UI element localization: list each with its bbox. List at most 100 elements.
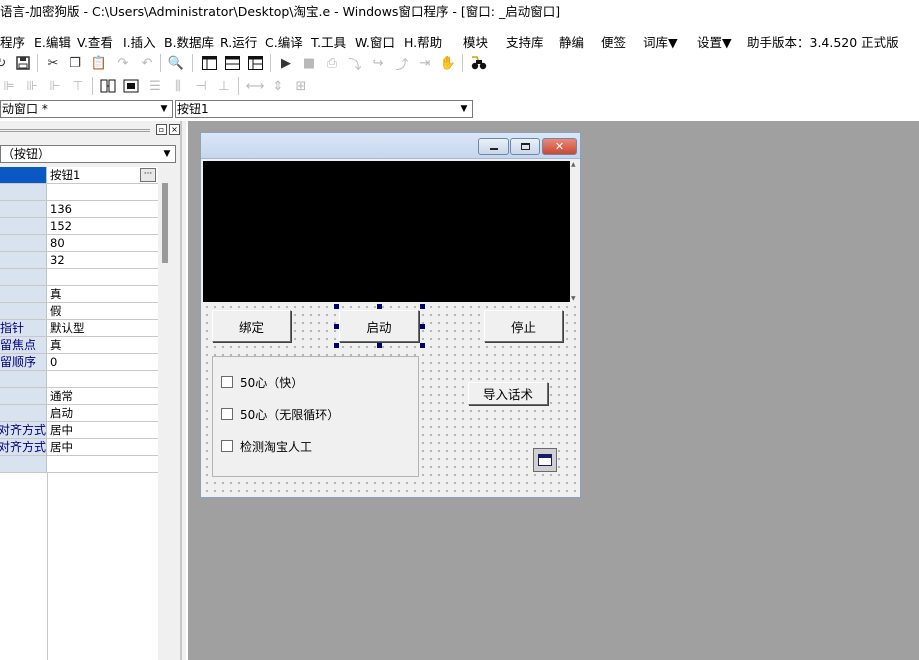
align-left-icon[interactable]: ⊫ [0, 77, 18, 95]
save-icon[interactable] [14, 54, 32, 72]
space-h-icon[interactable]: ⊥ [215, 77, 233, 95]
property-value[interactable]: 假 [50, 303, 156, 319]
table-row[interactable]: 对齐方式 居中 [0, 422, 158, 439]
menu-database[interactable]: B.数据库 [164, 32, 214, 51]
checkbox-box[interactable] [221, 440, 233, 452]
panel-splitter[interactable] [180, 121, 182, 660]
search-binoculars-icon[interactable] [470, 54, 488, 72]
selection-handle[interactable] [334, 304, 339, 309]
property-scrollbar-thumb[interactable] [162, 183, 168, 263]
selection-handle[interactable] [420, 324, 425, 329]
space-v-icon[interactable]: ⟷ [246, 77, 265, 95]
property-value[interactable]: 152 [50, 218, 156, 234]
menu-program[interactable]: 程序 [0, 32, 25, 51]
selection-handle[interactable] [420, 343, 425, 348]
table-row[interactable]: 假 [0, 303, 158, 320]
selection-handle[interactable] [377, 304, 382, 309]
stop-icon[interactable]: ■ [300, 54, 318, 72]
redo-arrow-icon[interactable]: ↻ [0, 54, 10, 72]
hand-icon[interactable]: ✋ [439, 54, 457, 72]
menu-run[interactable]: R.运行 [220, 32, 257, 51]
table-row[interactable]: 留顺序 0 [0, 354, 158, 371]
property-value[interactable]: 居中 [50, 422, 156, 438]
table-row[interactable] [0, 269, 158, 286]
checkbox-infinite-loop[interactable]: 50心（无限循环） [221, 406, 339, 422]
find-icon[interactable]: 🔍 [167, 54, 185, 72]
selection-handle[interactable] [420, 304, 425, 309]
table-row[interactable]: 对齐方式 居中 [0, 439, 158, 456]
run-icon[interactable]: ▶ [277, 54, 295, 72]
layout-icon-2[interactable] [223, 54, 241, 72]
table-row[interactable]: 启动 [0, 405, 158, 422]
checkbox-box[interactable] [221, 376, 233, 388]
checkbox-box[interactable] [221, 408, 233, 420]
import-script-button[interactable]: 导入话术 [468, 382, 548, 405]
align-top-icon[interactable]: ⊤ [69, 77, 87, 95]
menu-insert[interactable]: I.插入 [123, 32, 156, 51]
menu-module[interactable]: 模块 [463, 32, 488, 51]
selection-handle[interactable] [377, 343, 382, 348]
redo-icon[interactable]: ↷ [114, 54, 132, 72]
property-value[interactable] [50, 456, 156, 472]
chevron-down-icon[interactable]: ▼ [159, 146, 175, 162]
table-row[interactable]: 真 [0, 286, 158, 303]
property-value[interactable] [50, 269, 156, 285]
start-button[interactable]: 启动 [339, 310, 419, 342]
menu-compile[interactable]: C.编译 [265, 32, 303, 51]
menu-tools[interactable]: T.工具 [311, 32, 346, 51]
property-value[interactable] [50, 371, 156, 387]
table-row[interactable]: 指针 默认型 [0, 320, 158, 337]
table-row[interactable] [0, 371, 158, 388]
ellipsis-button[interactable]: ··· [140, 168, 156, 182]
property-value[interactable] [50, 184, 156, 200]
menu-edit[interactable]: E.编辑 [34, 32, 71, 51]
chevron-down-icon[interactable]: ▼ [456, 101, 472, 117]
layout-icon-1[interactable] [200, 54, 218, 72]
grid-icon-2[interactable]: ⊞ [292, 77, 310, 95]
menu-notes[interactable]: 便签 [601, 32, 626, 51]
checkbox-detect-manual[interactable]: 检测淘宝人工 [221, 438, 312, 454]
menu-static-compile[interactable]: 静编 [559, 32, 584, 51]
same-width-icon[interactable] [99, 77, 117, 95]
menu-settings[interactable]: 设置▼ [697, 32, 732, 51]
table-row[interactable] [0, 184, 158, 201]
center-v-icon[interactable]: ⊣ [192, 77, 210, 95]
same-size-icon[interactable]: ☰ [146, 77, 164, 95]
display-box[interactable] [203, 161, 570, 302]
table-row[interactable]: 留焦点 真 [0, 337, 158, 354]
grid-icon[interactable]: ⇕ [269, 77, 287, 95]
step-out-icon[interactable]: ⤴ [393, 54, 411, 73]
selection-handle[interactable] [334, 324, 339, 329]
chevron-down-icon[interactable]: ▼ [156, 101, 172, 117]
undo-icon[interactable]: ↶ [138, 54, 156, 72]
property-value[interactable]: 通常 [50, 388, 156, 404]
layout-icon-3[interactable] [246, 54, 264, 72]
bind-button[interactable]: 绑定 [212, 310, 291, 342]
control-selector-combo[interactable]: 按钮1 ▼ [175, 100, 473, 118]
window-selector-combo[interactable]: 动窗口 * ▼ [0, 100, 173, 118]
object-type-combo[interactable]: （按钮） ▼ [0, 145, 176, 163]
form-window[interactable]: ✕ ▲ ▼ 绑定 启动 停止 导入话术 50心（快） 50心（无限循环） 检测淘… [200, 132, 581, 498]
menu-window[interactable]: W.窗口 [355, 32, 395, 51]
property-value[interactable]: 32 [50, 252, 156, 268]
cut-icon[interactable]: ✂ [44, 54, 62, 72]
minimize-button[interactable] [478, 138, 509, 155]
property-value[interactable]: 136 [50, 201, 156, 217]
property-value[interactable]: 真 [50, 337, 156, 353]
pin-icon[interactable]: ▫ [156, 124, 167, 135]
checkbox-fast[interactable]: 50心（快） [221, 374, 303, 390]
table-row[interactable]: 通常 [0, 388, 158, 405]
timer-component-icon[interactable] [533, 448, 557, 472]
align-center-h-icon[interactable]: ⊪ [23, 77, 41, 95]
stop-button[interactable]: 停止 [484, 310, 563, 342]
table-row[interactable]: 80 [0, 235, 158, 252]
property-value[interactable]: 启动 [50, 405, 156, 421]
property-value[interactable]: 真 [50, 286, 156, 302]
table-row[interactable] [0, 456, 158, 473]
close-icon[interactable]: × [169, 124, 180, 135]
compile-icon[interactable]: ⎙ [323, 54, 341, 72]
paste-icon[interactable]: 📋 [90, 54, 108, 72]
step-over-icon[interactable]: ↪ [369, 54, 387, 72]
same-height-icon[interactable] [122, 77, 140, 95]
table-row[interactable]: 32 [0, 252, 158, 269]
